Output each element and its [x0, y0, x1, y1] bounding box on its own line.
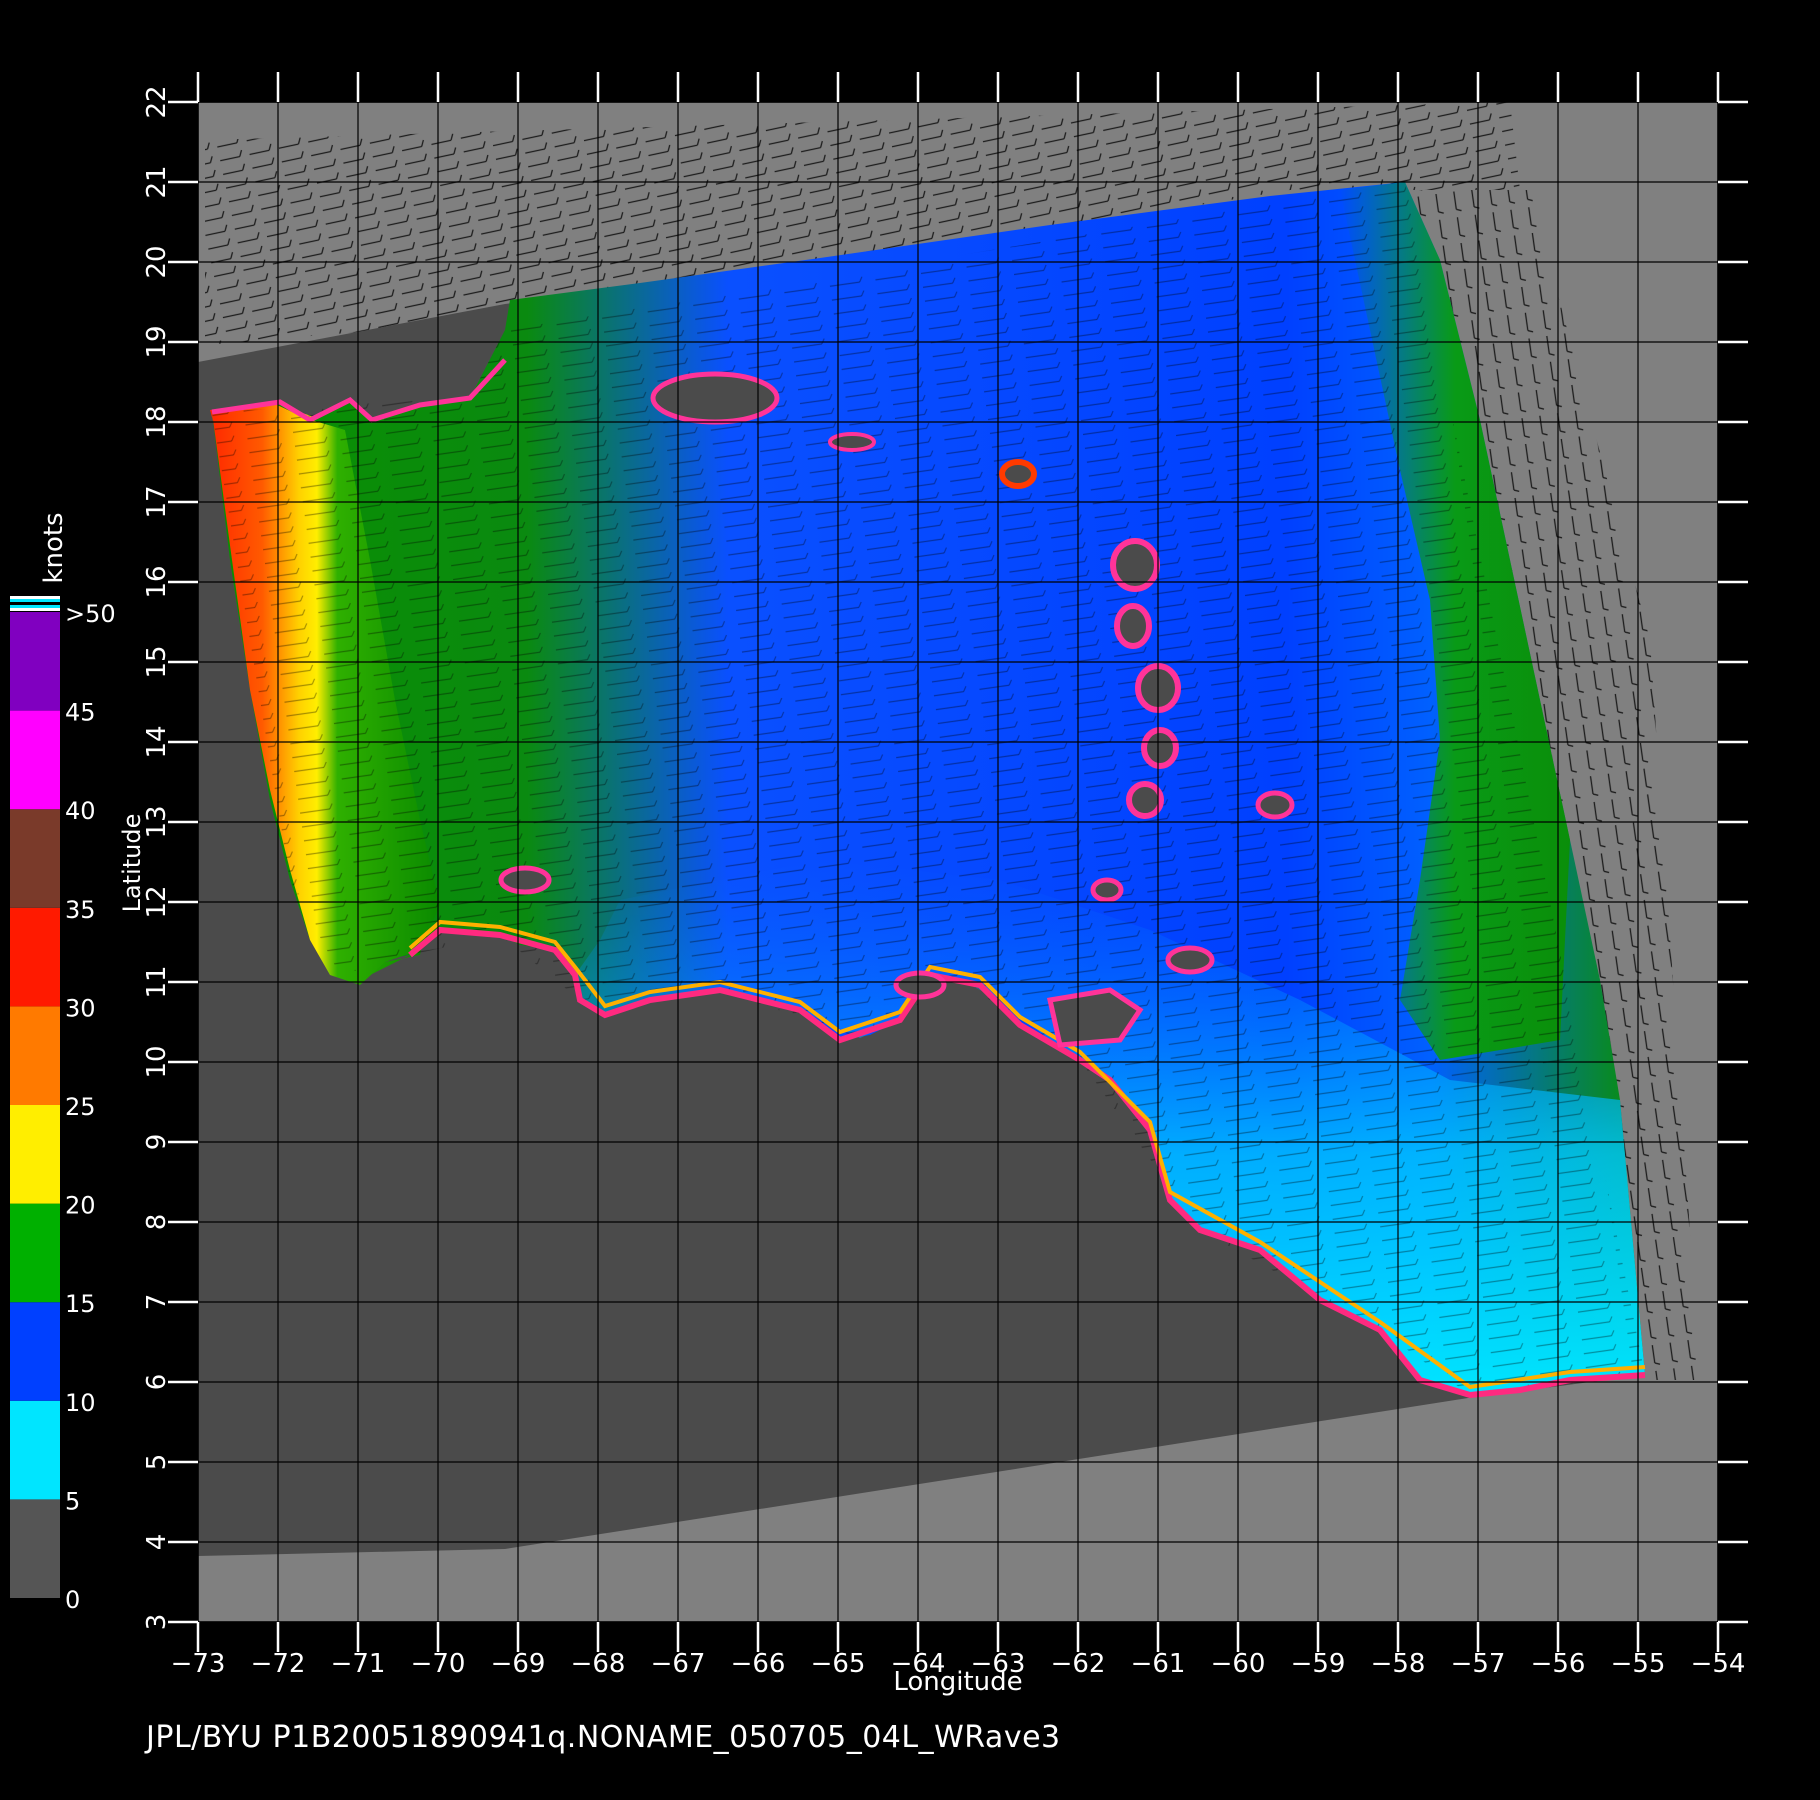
lat-tick-label: 14	[142, 725, 172, 758]
lon-tick-label: −65	[811, 1649, 866, 1679]
island-grenada	[1090, 877, 1124, 903]
lat-tick-label: 8	[142, 1214, 172, 1231]
colorbar-cap	[10, 599, 60, 602]
lon-tick-label: −59	[1291, 1649, 1346, 1679]
lon-tick-label: −69	[491, 1649, 546, 1679]
lon-tick-label: −56	[1531, 1649, 1586, 1679]
virgin-islands	[828, 432, 876, 452]
lon-tick-label: −66	[731, 1649, 786, 1679]
island-tobago	[1165, 945, 1215, 975]
figure-caption: JPL/BYU P1B20051890941q.NONAME_050705_04…	[146, 1720, 1061, 1755]
lon-tick-label: −70	[411, 1649, 466, 1679]
lon-tick-label: −67	[651, 1649, 706, 1679]
island-st-vincent	[1126, 781, 1164, 819]
colorbar-label: 5	[65, 1487, 80, 1515]
lat-tick-label: 4	[142, 1534, 172, 1551]
colorbar-band	[10, 710, 60, 810]
colorbar	[10, 596, 60, 1598]
colorbar-cap	[10, 605, 60, 608]
lat-tick-label: 15	[142, 645, 172, 678]
lat-tick-label: 11	[142, 965, 172, 998]
colorbar-labels: 0 5 10 15 20 25 30 35 40 45 >50	[65, 600, 116, 1614]
colorbar-label: 40	[65, 797, 96, 825]
lat-tick-label: 13	[142, 805, 172, 838]
lon-tick-label: −55	[1611, 1649, 1666, 1679]
colorbar-label: 25	[65, 1093, 96, 1121]
lat-tick-label: 21	[142, 165, 172, 198]
latitude-tick-labels: 3 4 5 6 7 8 9 10 11 12 13 14 15 16 17 18 19 20 21 22	[142, 85, 172, 1630]
y-axis-label: Latitude	[118, 814, 146, 913]
lon-tick-label: −60	[1211, 1649, 1266, 1679]
colorbar-title: knots	[39, 512, 69, 583]
lon-tick-label: −68	[571, 1649, 626, 1679]
colorbar-label: 10	[65, 1389, 96, 1417]
lat-tick-label: 22	[142, 85, 172, 118]
lon-tick-label: −72	[251, 1649, 306, 1679]
colorbar-band	[10, 809, 60, 908]
colorbar-band	[10, 1006, 60, 1105]
colorbar-cap	[10, 596, 60, 599]
lat-tick-label: 12	[142, 885, 172, 918]
island-barbados	[1255, 790, 1295, 820]
lon-tick-label: −54	[1691, 1649, 1746, 1679]
lon-tick-label: −57	[1451, 1649, 1506, 1679]
colorbar-label: 20	[65, 1192, 96, 1220]
colorbar-label: 45	[65, 699, 96, 727]
lat-tick-label: 18	[142, 405, 172, 438]
island-dominica	[1114, 603, 1152, 649]
colorbar-band	[10, 1203, 60, 1303]
lat-tick-label: 17	[142, 485, 172, 518]
lat-tick-label: 7	[142, 1294, 172, 1311]
colorbar-cap	[10, 608, 60, 611]
lon-tick-label: −62	[1051, 1649, 1106, 1679]
colorbar-band	[10, 1105, 60, 1204]
colorbar-cap	[10, 602, 60, 605]
colorbar-band	[10, 1499, 60, 1598]
wind-map-figure: −73 −72 −71 −70 −69 −68 −67 −66 −65 −64 −63 −62 −61−…	[10, 72, 1748, 1697]
colorbar-band	[10, 907, 60, 1007]
island-curacao	[498, 865, 552, 895]
island-antigua	[999, 459, 1037, 489]
lon-tick-label: −71	[331, 1649, 386, 1679]
lon-tick-label: −58	[1371, 1649, 1426, 1679]
lon-tick-label: −73	[171, 1649, 226, 1679]
island-st-lucia	[1141, 727, 1179, 769]
lat-tick-label: 5	[142, 1454, 172, 1471]
island-margarita	[893, 970, 947, 1000]
lat-tick-label: 20	[142, 245, 172, 278]
colorbar-band	[10, 612, 60, 711]
colorbar-band	[10, 1400, 60, 1500]
colorbar-label: 0	[65, 1586, 80, 1614]
lat-tick-label: 9	[142, 1134, 172, 1151]
lat-tick-label: 3	[142, 1614, 172, 1631]
lat-tick-label: 6	[142, 1374, 172, 1391]
lat-tick-label: 19	[142, 325, 172, 358]
colorbar-label: 30	[65, 994, 96, 1022]
colorbar-band	[10, 1302, 60, 1401]
colorbar-label: >50	[65, 600, 116, 628]
colorbar-label: 15	[65, 1290, 96, 1318]
x-axis-label: Longitude	[893, 1667, 1022, 1697]
colorbar-label: 35	[65, 896, 96, 924]
lat-tick-label: 16	[142, 565, 172, 598]
lat-tick-label: 10	[142, 1045, 172, 1078]
lon-tick-label: −61	[1131, 1649, 1186, 1679]
